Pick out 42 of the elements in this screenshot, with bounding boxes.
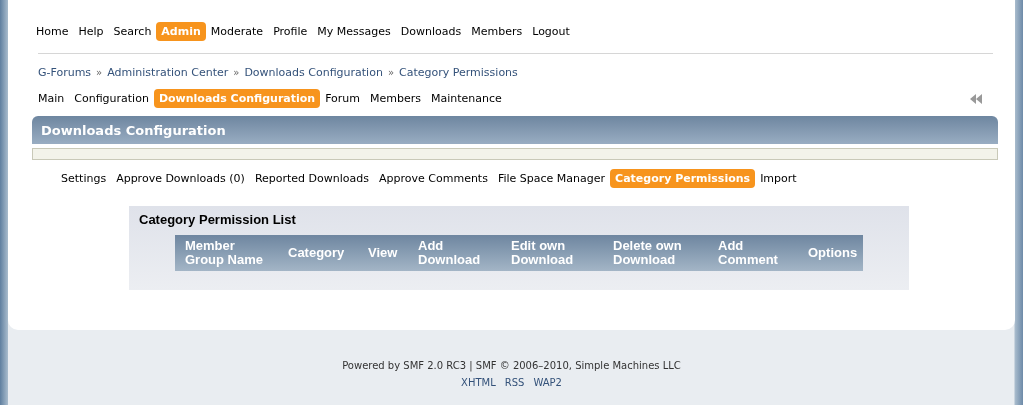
- panel-title: Category Permission List: [138, 211, 297, 227]
- menu-item[interactable]: Search: [108, 22, 157, 41]
- admin-menu-item[interactable]: Main: [33, 89, 70, 108]
- breadcrumb-link[interactable]: Category Permissions: [399, 66, 518, 79]
- sub-menu-tab[interactable]: Approve Comments: [374, 169, 493, 188]
- section-title: Downloads Configuration: [32, 116, 998, 144]
- column-header: Delete own Download: [612, 237, 683, 269]
- column-header: Add Comment: [717, 237, 779, 269]
- sub-menu-tab[interactable]: Settings: [56, 169, 112, 188]
- column-header: Add Download: [417, 237, 482, 269]
- breadcrumb-separator: »: [96, 67, 103, 78]
- menu-item[interactable]: Downloads: [395, 22, 467, 41]
- menu-item[interactable]: Home: [31, 22, 74, 41]
- sub-menu-tab[interactable]: Approve Downloads (0): [111, 169, 250, 188]
- admin-menu-item[interactable]: Forum: [320, 89, 366, 108]
- menu-item[interactable]: Help: [73, 22, 109, 41]
- footer-link[interactable]: RSS: [504, 377, 525, 388]
- footer-link[interactable]: XHTML: [461, 377, 496, 388]
- menu-item[interactable]: Members: [466, 22, 528, 41]
- sub-menu-tab[interactable]: Reported Downloads: [249, 169, 374, 188]
- menu-item[interactable]: Logout: [527, 22, 575, 41]
- admin-menu-item[interactable]: Maintenance: [426, 89, 507, 108]
- column-header: Edit own Download: [510, 237, 575, 269]
- menu-item[interactable]: My Messages: [312, 22, 396, 41]
- column-header: Member Group Name: [184, 237, 264, 269]
- breadcrumb-link[interactable]: Downloads Configuration: [244, 66, 383, 79]
- admin-menu-item[interactable]: Configuration: [69, 89, 154, 108]
- footer-credit: Powered by SMF 2.0 RC3 | SMF © 2006–2010, Simple Machines LLC: [341, 360, 682, 371]
- menu-item[interactable]: Profile: [268, 22, 313, 41]
- sub-menu-tab[interactable]: File Space Manager: [492, 169, 611, 188]
- column-header: Options: [807, 244, 859, 262]
- breadcrumb-separator: »: [387, 67, 394, 78]
- column-header: Category: [287, 244, 346, 262]
- breadcrumb-separator: »: [233, 67, 240, 78]
- breadcrumb-link[interactable]: Administration Center: [107, 66, 229, 79]
- footer-link[interactable]: WAP2: [533, 377, 562, 388]
- menu-item[interactable]: Moderate: [205, 22, 269, 41]
- breadcrumb-link[interactable]: G-Forums: [38, 66, 92, 79]
- admin-menu-item[interactable]: Members: [365, 89, 426, 108]
- collapse-icon[interactable]: [969, 93, 983, 104]
- sub-menu-tab[interactable]: Import: [755, 169, 802, 188]
- column-header: View: [367, 244, 399, 262]
